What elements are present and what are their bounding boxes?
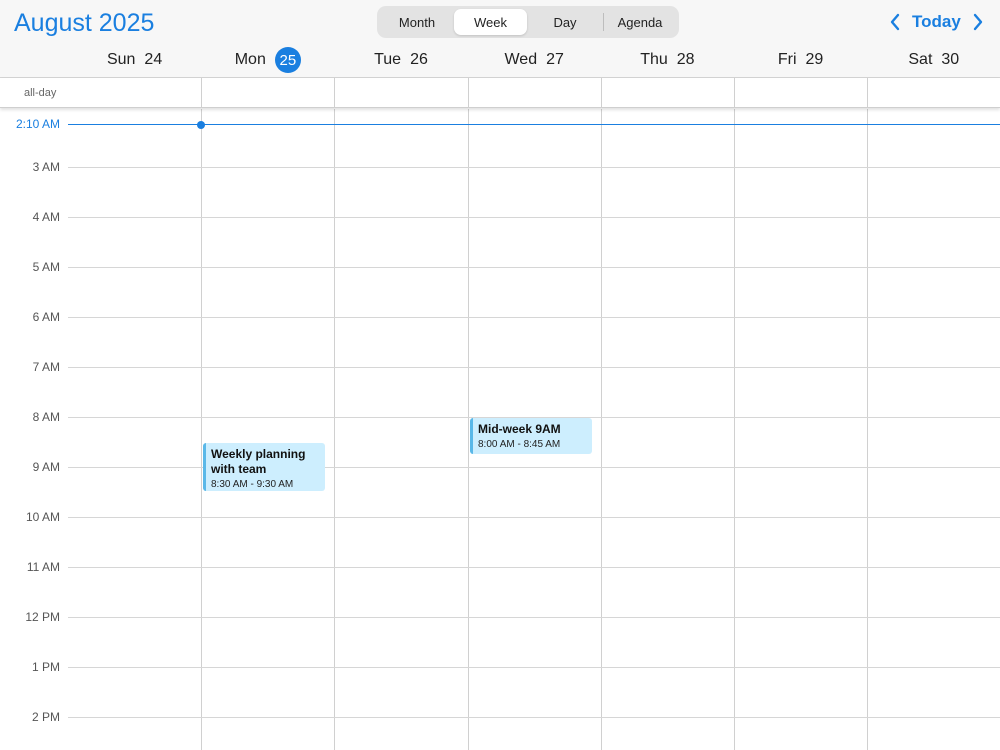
hour-label: 9 AM: [32, 460, 60, 474]
hour-label: 11 AM: [26, 560, 60, 574]
calendar-event[interactable]: Weekly planning with team 8:30 AM - 9:30 …: [203, 443, 325, 491]
column-divider: [201, 109, 202, 750]
day-name: Sun: [106, 51, 136, 68]
column-divider: [334, 109, 335, 750]
view-month-button[interactable]: Month: [381, 9, 453, 35]
segment-divider: [603, 13, 604, 31]
column-divider: [734, 109, 735, 750]
day-header-wed[interactable]: Wed 27: [468, 48, 601, 72]
all-day-divider: [201, 78, 202, 108]
all-day-divider: [601, 78, 602, 108]
event-time: 8:00 AM - 8:45 AM: [478, 439, 561, 450]
hour-label: 4 AM: [32, 210, 60, 224]
hour-label: 10 AM: [25, 510, 60, 524]
hour-label: 6 AM: [32, 310, 60, 324]
hour-line: [68, 617, 1000, 618]
month-title: August 2025: [14, 9, 155, 37]
chevron-right-icon: [973, 13, 983, 31]
hour-line: [68, 717, 1000, 718]
day-number: 29: [805, 51, 824, 68]
view-agenda-button[interactable]: Agenda: [605, 9, 675, 35]
event-time: 8:30 AM - 9:30 AM: [211, 479, 294, 490]
time-grid[interactable]: 3 AM 4 AM 5 AM 6 AM 7 AM 8 AM 9 AM 10 AM 11 AM 12…: [0, 109, 1000, 750]
all-day-divider: [734, 78, 735, 108]
chevron-left-icon: [890, 13, 900, 31]
all-day-divider: [867, 78, 868, 108]
hour-label: 5 AM: [32, 260, 60, 274]
column-divider: [468, 109, 469, 750]
previous-week-button[interactable]: [884, 10, 906, 34]
day-name: Tue: [374, 51, 402, 68]
all-day-divider: [468, 78, 469, 108]
calendar-header: August 2025 Month Week Day Agenda Today …: [0, 0, 1000, 78]
day-number: 24: [144, 51, 163, 68]
hour-line: [68, 267, 1000, 268]
event-title: Weekly planning with team: [211, 447, 306, 476]
calendar-event[interactable]: Mid-week 9AM 8:00 AM - 8:45 AM: [470, 418, 592, 454]
hour-line: [68, 567, 1000, 568]
all-day-label: all-day: [24, 87, 57, 99]
hour-line: [68, 667, 1000, 668]
hour-label: 8 AM: [32, 410, 60, 424]
current-time-label: 2:10 AM: [15, 117, 60, 132]
day-name: Wed: [504, 51, 538, 68]
hour-label: 2 PM: [31, 710, 60, 724]
hour-label: 3 AM: [32, 160, 60, 174]
day-header-sun[interactable]: Sun 24: [68, 48, 201, 72]
view-week-button[interactable]: Week: [454, 9, 527, 35]
hour-label: 7 AM: [32, 360, 60, 374]
hour-line: [68, 217, 1000, 218]
hour-label: 12 PM: [25, 610, 60, 624]
day-header-thu[interactable]: Thu 28: [601, 48, 734, 72]
hour-line: [68, 367, 1000, 368]
day-number: 27: [546, 51, 564, 68]
hour-line: [68, 167, 1000, 168]
day-number: 26: [410, 51, 428, 68]
column-divider: [601, 109, 602, 750]
current-time-dot: [197, 120, 206, 129]
day-name: Sat: [908, 51, 933, 68]
next-week-button[interactable]: [967, 10, 989, 34]
day-number: 28: [676, 51, 695, 68]
day-name: Mon: [234, 51, 266, 68]
hour-line: [68, 517, 1000, 518]
hour-line: [68, 317, 1000, 318]
today-date-badge: 25: [274, 47, 301, 73]
all-day-row[interactable]: all-day: [0, 78, 1000, 108]
current-time-line: [68, 124, 1000, 126]
day-header-tue[interactable]: Tue 26: [334, 48, 467, 72]
view-switcher: Month Week Day Agenda: [377, 6, 679, 38]
today-button[interactable]: Today: [912, 12, 961, 32]
event-title: Mid-week 9AM: [478, 422, 561, 436]
day-number: 30: [941, 51, 960, 68]
column-divider: [867, 109, 868, 750]
day-header-mon[interactable]: Mon 25: [201, 47, 334, 73]
day-name: Fri: [777, 51, 797, 68]
day-name: Thu: [640, 51, 668, 68]
view-day-button[interactable]: Day: [529, 9, 601, 35]
day-header-fri[interactable]: Fri 29: [734, 48, 867, 72]
hour-label: 1 PM: [31, 660, 60, 674]
all-day-divider: [334, 78, 335, 108]
day-header-sat[interactable]: Sat 30: [867, 48, 1000, 72]
